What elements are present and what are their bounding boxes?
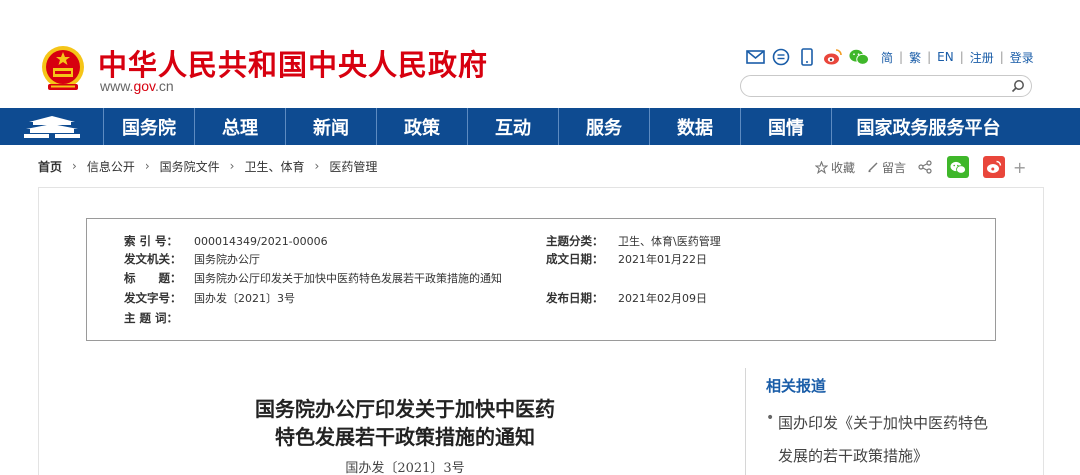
info-docno: 发文字号： 国办发〔2021〕3号 (124, 290, 295, 306)
mail-icon[interactable] (745, 47, 765, 67)
top-tools: 简 | 繁 | EN | 注册 | 登录 (745, 46, 1034, 68)
related-bullet: • (766, 410, 775, 426)
more-share-icon[interactable]: + (1013, 158, 1026, 177)
nav-policy[interactable]: 政策 (377, 108, 468, 145)
wechat-icon (950, 161, 966, 174)
share-icon (918, 160, 932, 174)
info-issuer: 发文机关： 国务院办公厅 (124, 251, 260, 267)
separator: | (899, 50, 904, 64)
weibo-icon[interactable] (823, 47, 843, 67)
pencil-icon (868, 162, 878, 173)
article-title-line1: 国务院办公厅印发关于加快中医药 (255, 397, 555, 421)
info-published: 发布日期： 2021年02月09日 (546, 290, 707, 306)
link-traditional[interactable]: 繁 (909, 49, 921, 66)
url-suffix: .cn (155, 78, 174, 94)
favorite-label: 收藏 (831, 160, 856, 175)
info-published-label: 发布日期： (546, 291, 604, 305)
info-keywords-label: 主 题 词： (124, 311, 179, 325)
breadcrumb: 首页 › 信息公开 › 国务院文件 › 卫生、体育 › 医药管理 (38, 157, 377, 175)
comment-label: 留言 (882, 160, 907, 175)
site-header: 中华人民共和国中央人民政府 www.gov.cn 简 | 繁 | EN | 注册… (0, 0, 1080, 108)
info-title-label: 标 题： (124, 271, 182, 285)
article-title-line2: 特色发展若干政策措施的通知 (275, 425, 535, 449)
link-register[interactable]: 注册 (970, 49, 994, 66)
separator: | (927, 50, 932, 64)
url-prefix: www. (100, 78, 134, 94)
chevron-right-icon: › (144, 159, 150, 173)
link-login[interactable]: 登录 (1010, 49, 1034, 66)
chevron-right-icon: › (229, 159, 235, 173)
main-nav: 国务院 总理 新闻 政策 互动 服务 数据 国情 国家政务服务平台 (0, 108, 1080, 145)
article-title: 国务院办公厅印发关于加快中医药 特色发展若干政策措施的通知 (200, 395, 610, 451)
separator: | (959, 50, 964, 64)
info-issuer-label: 发文机关： (124, 252, 182, 266)
info-index-label: 索 引 号： (124, 234, 179, 248)
nav-premier[interactable]: 总理 (195, 108, 286, 145)
document-info-table: 索 引 号： 000014349/2021-00006 主题分类： 卫生、体育\… (86, 218, 996, 341)
related-divider (745, 368, 746, 475)
chat-icon[interactable] (771, 47, 791, 67)
share-bar: 收藏 留言 + (815, 156, 1026, 178)
nav-interaction[interactable]: 互动 (468, 108, 559, 145)
language-links: 简 | 繁 | EN | 注册 | 登录 (881, 49, 1034, 66)
info-published-value: 2021年02月09日 (618, 292, 707, 305)
nav-news[interactable]: 新闻 (286, 108, 377, 145)
info-keywords: 主 题 词： (124, 310, 194, 326)
share-weibo-button[interactable] (983, 156, 1006, 178)
info-title-value: 国务院办公厅印发关于加快中医药特色发展若干政策措施的通知 (194, 272, 502, 285)
search-input[interactable] (740, 75, 1032, 97)
info-category: 主题分类： 卫生、体育\医药管理 (546, 233, 721, 249)
info-docno-label: 发文字号： (124, 291, 182, 305)
breadcrumb-item[interactable]: 信息公开 (87, 158, 135, 175)
national-emblem-icon[interactable] (40, 44, 86, 94)
separator: | (999, 50, 1004, 64)
mobile-icon[interactable] (797, 47, 817, 67)
info-docno-value: 国办发〔2021〕3号 (194, 292, 295, 305)
chevron-right-icon: › (72, 159, 77, 173)
favorite-button[interactable]: 收藏 (815, 159, 855, 176)
nav-home[interactable] (0, 108, 104, 145)
related-heading: 相关报道 (766, 377, 827, 395)
article-doc-number: 国办发〔2021〕3号 (345, 461, 465, 475)
site-url[interactable]: www.gov.cn (100, 78, 174, 94)
search-icon[interactable] (1011, 79, 1025, 93)
url-domain: gov (133, 78, 155, 94)
info-category-label: 主题分类： (546, 234, 604, 248)
info-created-label: 成文日期： (546, 252, 604, 266)
weibo-icon (987, 160, 1002, 173)
info-issuer-value: 国务院办公厅 (194, 253, 260, 266)
info-created-value: 2021年01月22日 (618, 253, 707, 266)
nav-gov-service-platform[interactable]: 国家政务服务平台 (832, 108, 1025, 145)
breadcrumb-item[interactable]: 卫生、体育 (244, 158, 304, 175)
star-icon (815, 160, 828, 174)
nav-national-profile[interactable]: 国情 (741, 108, 832, 145)
nav-services[interactable]: 服务 (559, 108, 650, 145)
breadcrumb-home[interactable]: 首页 (38, 158, 62, 175)
info-category-value: 卫生、体育\医药管理 (618, 235, 721, 248)
info-index: 索 引 号： 000014349/2021-00006 (124, 233, 328, 249)
info-index-value: 000014349/2021-00006 (194, 234, 328, 248)
wechat-icon[interactable] (849, 47, 869, 67)
related-link[interactable]: 国办印发《关于加快中医药特色发展的若干政策措施》 (778, 407, 993, 473)
info-created: 成文日期： 2021年01月22日 (546, 251, 707, 267)
breadcrumb-item[interactable]: 医药管理 (329, 158, 377, 175)
breadcrumb-item[interactable]: 国务院文件 (160, 158, 220, 175)
nav-data[interactable]: 数据 (650, 108, 741, 145)
info-title: 标 题： 国务院办公厅印发关于加快中医药特色发展若干政策措施的通知 (124, 270, 502, 286)
share-button[interactable] (918, 160, 935, 174)
chevron-right-icon: › (314, 159, 320, 173)
link-simplified[interactable]: 简 (881, 49, 893, 66)
tiananmen-icon (23, 115, 80, 138)
link-english[interactable]: EN (937, 50, 954, 64)
share-wechat-button[interactable] (947, 156, 970, 178)
comment-button[interactable]: 留言 (867, 159, 906, 176)
nav-state-council[interactable]: 国务院 (104, 108, 195, 145)
